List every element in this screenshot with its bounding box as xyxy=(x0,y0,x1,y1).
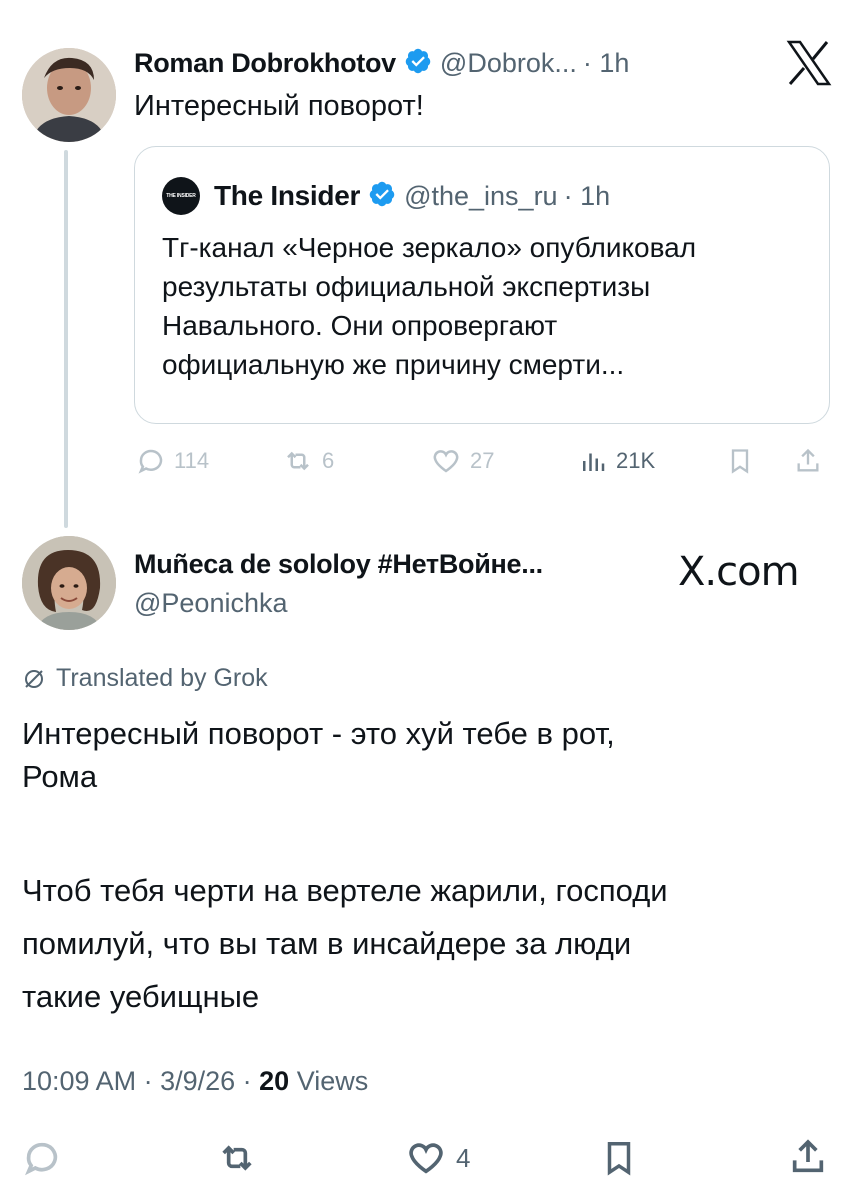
reply-action[interactable] xyxy=(22,1138,62,1178)
reply-text-line: Чтоб тебя черти на вертеле жарили, госпо… xyxy=(22,873,668,908)
share-icon xyxy=(797,448,819,472)
reply-icon xyxy=(25,1142,58,1176)
author-avatar[interactable] xyxy=(22,48,116,142)
views-count: 21K xyxy=(616,448,656,473)
views-number: 20 xyxy=(259,1066,290,1096)
x-com-logo: X.com xyxy=(678,549,800,595)
bookmark-icon xyxy=(731,449,749,474)
heart-icon xyxy=(433,450,459,473)
repost-action[interactable] xyxy=(216,1138,258,1178)
reply-count: 114 xyxy=(174,448,210,473)
reply-author-name[interactable]: Muñeca de sololoy #НетВойне... xyxy=(134,549,543,580)
quoted-tweet-header: THE INSIDER The Insider @the_ins_ru · 1h xyxy=(162,176,610,216)
grok-icon xyxy=(25,669,43,688)
reply-text: Интересный поворот - это хуй тебе в рот,… xyxy=(22,712,615,798)
quoted-author-avatar[interactable]: THE INSIDER xyxy=(162,177,200,215)
x-com-text: X.com xyxy=(678,549,800,595)
author-name[interactable]: Roman Dobrokhotov xyxy=(134,48,396,79)
reply-text-line: Интересный поворот - это хуй тебе в рот, xyxy=(22,716,615,751)
source-badge-text: THE INSIDER xyxy=(166,193,196,199)
repost-icon xyxy=(222,1145,252,1171)
person-avatar-icon xyxy=(22,48,116,142)
quoted-tweet-time[interactable]: · 1h xyxy=(564,181,611,212)
repost-icon xyxy=(287,451,309,471)
reply-icon xyxy=(138,449,163,474)
heart-icon xyxy=(409,1143,443,1174)
share-icon xyxy=(792,1139,824,1173)
quoted-author-name[interactable]: The Insider xyxy=(214,180,360,212)
like-count: 27 xyxy=(470,448,495,473)
tweet-timestamp[interactable]: 10:09 AM · 3/9/26 · xyxy=(22,1066,259,1096)
share-action[interactable] xyxy=(794,446,822,476)
quoted-tweet-text: Тг-канал «Черное зеркало» опубликовал ре… xyxy=(162,228,696,384)
quoted-text-line: Тг-канал «Черное зеркало» опубликовал xyxy=(162,232,697,263)
like-action[interactable]: 4 xyxy=(404,1138,470,1178)
reply-author-handle[interactable]: @Peonichka xyxy=(134,588,288,619)
bookmark-action[interactable] xyxy=(726,446,754,476)
reply-action[interactable]: 114 xyxy=(136,446,209,476)
bookmark-icon xyxy=(607,1142,631,1176)
tweet-time[interactable]: · 1h xyxy=(583,48,630,79)
quoted-text-line: результаты официальной экспертизы xyxy=(162,271,651,302)
views-action[interactable]: 21K xyxy=(578,446,655,476)
parent-tweet-header: Roman Dobrokhotov @Dobrok... · 1h xyxy=(134,44,629,82)
bookmark-action[interactable] xyxy=(600,1138,638,1178)
quoted-author-handle[interactable]: @the_ins_ru xyxy=(404,181,558,212)
translated-label[interactable]: Translated by Grok xyxy=(22,664,268,693)
share-action[interactable] xyxy=(788,1136,828,1178)
verified-badge-icon xyxy=(368,180,396,213)
parent-tweet-text: Интересный поворот! xyxy=(134,90,424,122)
reply-text-paragraph: Чтоб тебя черти на вертеле жарили, госпо… xyxy=(22,864,668,1023)
x-logo-icon xyxy=(786,38,832,88)
like-action[interactable]: 27 xyxy=(430,446,494,476)
repost-count: 6 xyxy=(322,448,335,473)
repost-action[interactable]: 6 xyxy=(282,446,334,476)
reply-text-line: такие уебищные xyxy=(22,979,260,1014)
like-count: 4 xyxy=(456,1142,471,1173)
reply-text-line: Рома xyxy=(22,759,98,794)
reply-text-line: помилуй, что вы там в инсайдере за люди xyxy=(22,926,632,961)
views-icon xyxy=(583,453,605,471)
translated-text: Translated by Grok xyxy=(56,664,268,692)
quoted-text-line: Навального. Они опровергают xyxy=(162,310,558,341)
person-avatar-icon xyxy=(22,536,116,630)
tweet-meta: 10:09 AM · 3/9/26 · 20 Views xyxy=(22,1066,368,1097)
author-handle[interactable]: @Dobrok... xyxy=(440,48,577,79)
quoted-text-line: официальную же причину смерти... xyxy=(162,349,625,380)
verified-badge-icon xyxy=(404,47,432,80)
thread-line xyxy=(64,150,68,528)
views-label: Views xyxy=(289,1066,369,1096)
reply-author-avatar[interactable] xyxy=(22,536,116,630)
